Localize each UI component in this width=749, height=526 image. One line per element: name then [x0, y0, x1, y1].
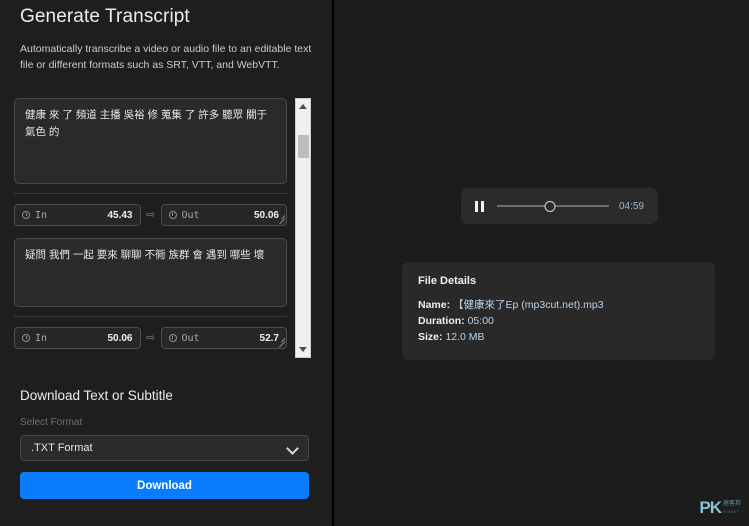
in-label: In [35, 332, 48, 344]
download-section-title: Download Text or Subtitle [20, 388, 173, 403]
file-name-value: 【健康來了Ep (mp3cut.net).mp3 [453, 299, 604, 311]
clock-icon [168, 211, 177, 219]
segment-text-input[interactable] [14, 238, 287, 307]
format-select-value: .TXT Format [31, 442, 93, 454]
out-value: 52.7 [259, 332, 279, 344]
transcript-area: In 45.43 ⇨ Out 50.06 [14, 98, 311, 358]
page-title: Generate Transcript [20, 6, 190, 27]
pause-icon[interactable] [475, 200, 485, 212]
out-label: Out [181, 332, 200, 344]
transcript-segment-list: In 45.43 ⇨ Out 50.06 [14, 98, 293, 358]
file-size-key: Size: [418, 331, 443, 343]
clock-icon [22, 334, 30, 342]
segment-out-field[interactable]: Out 50.06 [160, 204, 287, 226]
select-format-label: Select Format [20, 417, 83, 428]
transcript-segment: In 50.06 ⇨ Out 52.7 [14, 238, 293, 349]
file-details-title: File Details [418, 275, 477, 287]
app-root: Generate Transcript Automatically transc… [0, 0, 749, 526]
file-duration-row: Duration: 05:00 [418, 313, 699, 329]
out-value: 50.06 [253, 209, 279, 221]
transcript-scrollbar[interactable] [295, 98, 311, 358]
file-details-panel: File Details Name: 【健康來了Ep (mp3cut.net).… [402, 262, 715, 360]
in-label: In [35, 209, 48, 221]
segment-time-row: In 45.43 ⇨ Out 50.06 [14, 204, 287, 226]
file-duration-key: Duration: [418, 315, 465, 327]
out-label: Out [181, 209, 200, 221]
chevron-down-icon [287, 443, 298, 454]
clock-icon [168, 334, 177, 342]
right-panel: 04:59 File Details Name: 【健康來了Ep (mp3cut… [334, 0, 749, 526]
segment-time-row: In 50.06 ⇨ Out 52.7 [14, 327, 287, 349]
scroll-down-icon[interactable] [296, 342, 310, 357]
segment-divider [14, 316, 287, 317]
arrow-right-icon: ⇨ [145, 331, 156, 344]
watermark-logo: PK 痞客邦 PIXNET [699, 498, 741, 518]
file-duration-value: 05:00 [467, 315, 494, 327]
audio-player: 04:59 [461, 188, 658, 224]
page-subtitle: Automatically transcribe a video or audi… [20, 43, 312, 71]
download-section: Download Text or Subtitle Select Format … [20, 388, 310, 499]
segment-in-field[interactable]: In 50.06 [14, 327, 141, 349]
left-panel: Generate Transcript Automatically transc… [0, 0, 332, 526]
file-size-value: 12.0 MB [445, 331, 485, 343]
watermark-pk-text: PK [699, 498, 722, 517]
segment-divider [14, 193, 287, 194]
segment-out-field[interactable]: Out 52.7 [160, 327, 287, 349]
scrollbar-thumb[interactable] [298, 135, 309, 158]
in-value: 45.43 [107, 209, 133, 221]
seek-slider[interactable] [497, 200, 609, 212]
file-name-row: Name: 【健康來了Ep (mp3cut.net).mp3 [418, 297, 699, 313]
segment-text-input[interactable] [14, 98, 287, 184]
watermark-line1: 痞客邦 [722, 501, 741, 507]
clock-icon [22, 211, 30, 219]
format-select[interactable]: .TXT Format [20, 435, 309, 461]
scroll-up-icon[interactable] [296, 99, 310, 114]
seek-handle[interactable] [544, 200, 556, 212]
segment-in-field[interactable]: In 45.43 [14, 204, 141, 226]
in-value: 50.06 [107, 332, 133, 344]
transcript-segment: In 45.43 ⇨ Out 50.06 [14, 98, 293, 226]
file-name-key: Name: [418, 299, 451, 311]
watermark-line2: PIXNET [722, 509, 740, 514]
player-time-display: 04:59 [618, 200, 644, 212]
watermark-subtext: 痞客邦 PIXNET [723, 501, 741, 515]
download-button[interactable]: Download [20, 472, 309, 499]
arrow-right-icon: ⇨ [145, 208, 156, 221]
file-size-row: Size: 12.0 MB [418, 329, 699, 345]
